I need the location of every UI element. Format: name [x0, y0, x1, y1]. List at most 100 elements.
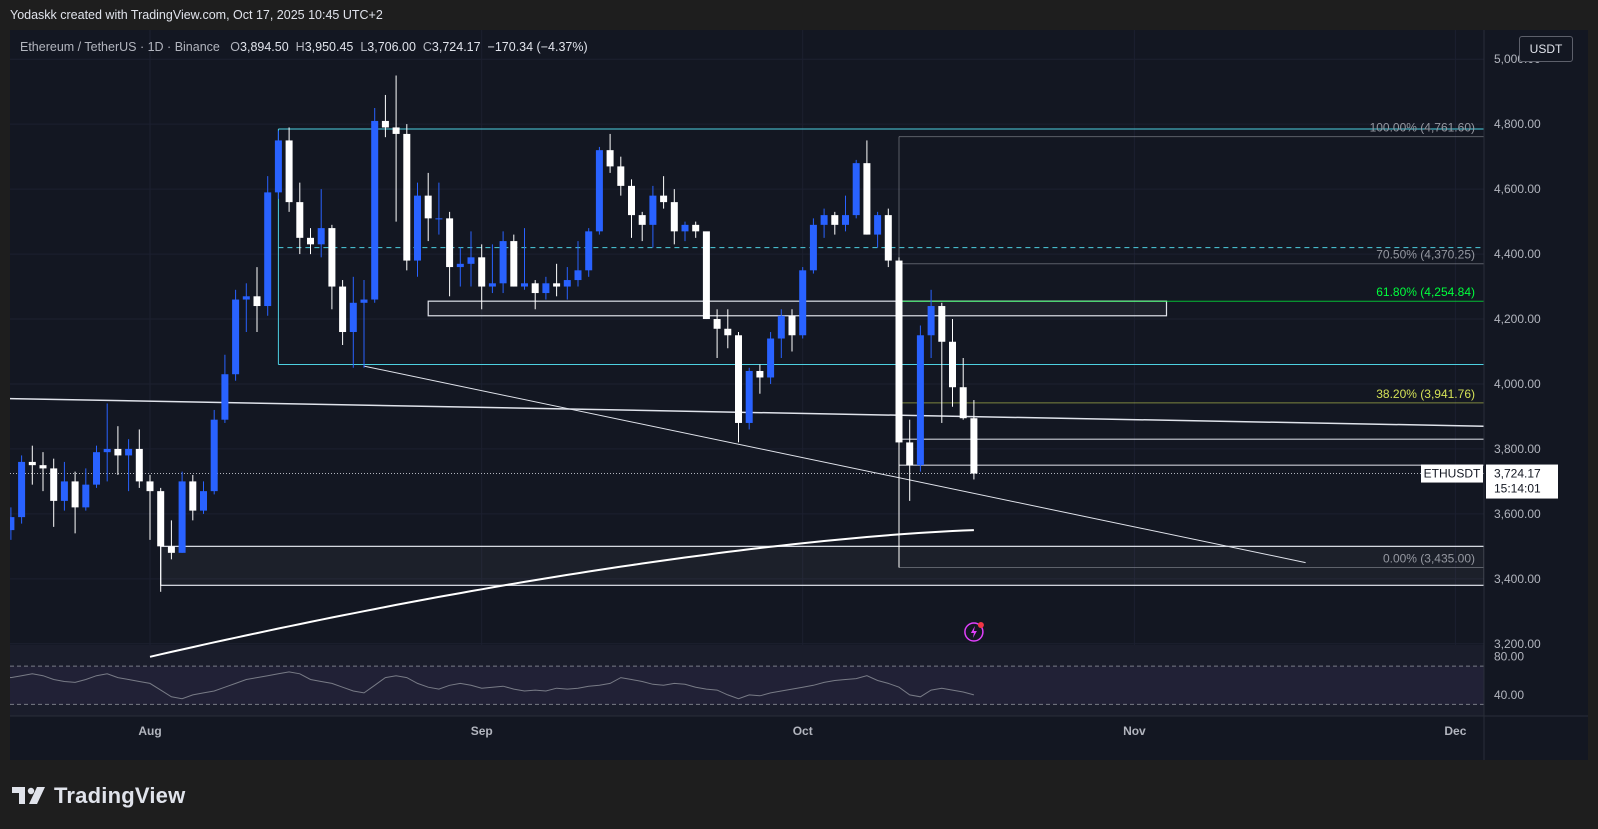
candle-body: [670, 202, 678, 232]
time-axis: Aug Sep Oct Nov Dec: [10, 715, 1588, 738]
candle: [18, 455, 26, 524]
candle: [178, 471, 186, 553]
candle-body: [360, 299, 368, 303]
candle: [970, 400, 978, 480]
event-lightning-icon: [964, 622, 984, 642]
candle: [392, 75, 400, 222]
fib-level-label: 61.80% (4,254.84): [1376, 285, 1475, 299]
candle: [10, 507, 15, 540]
candle: [820, 208, 828, 238]
candle-body: [938, 306, 946, 342]
candle-body: [264, 192, 272, 307]
candle: [670, 189, 678, 245]
candle: [82, 468, 90, 511]
candle-body: [745, 370, 753, 423]
candle-body: [949, 341, 956, 388]
candle: [435, 182, 443, 235]
candle-body: [456, 263, 464, 268]
candle: [959, 357, 967, 420]
open-label: O: [230, 40, 241, 54]
candle-body: [135, 448, 143, 482]
candle: [809, 218, 817, 274]
event-icon-dot: [977, 622, 984, 628]
candle-body: [499, 241, 507, 284]
candle-body: [253, 296, 261, 307]
candle-body: [628, 185, 635, 216]
candle: [71, 471, 79, 534]
candle-body: [702, 231, 710, 320]
candle-body: [10, 517, 15, 531]
candle-body: [446, 218, 454, 268]
symbol-name[interactable]: Ethereum / TetherUS · 1D · Binance: [20, 40, 220, 54]
candle: [424, 172, 432, 242]
currency-button[interactable]: USDT: [1519, 36, 1573, 62]
candle: [606, 133, 614, 173]
candle: [553, 263, 561, 297]
candle-body: [574, 270, 582, 281]
candle-body: [970, 418, 978, 474]
candle: [628, 179, 635, 238]
candle-body: [39, 465, 47, 469]
candle: [371, 107, 379, 303]
candle-body: [28, 461, 36, 466]
candle: [884, 208, 892, 268]
candle: [649, 185, 657, 248]
candle-body: [328, 228, 336, 287]
candle: [39, 452, 47, 492]
candle: [349, 276, 357, 368]
candle: [863, 140, 871, 235]
candle-body: [735, 335, 742, 423]
candle: [585, 228, 593, 277]
candle: [200, 481, 207, 514]
candle-body: [959, 387, 967, 419]
price-chart[interactable]: 100.00% (4,761.60) 70.50% (4,370.25) 61.80…: [10, 30, 1588, 760]
price-tick-label: 3,400.00: [1494, 572, 1541, 586]
candle-body: [531, 283, 539, 294]
candle-body: [863, 163, 871, 235]
candle-body: [638, 215, 646, 225]
candle-body: [820, 215, 828, 225]
symbol-legend[interactable]: Ethereum / TetherUS · 1D · Binance O3,89…: [20, 40, 588, 54]
candle: [542, 276, 550, 300]
candle: [135, 429, 143, 488]
candle-body: [521, 283, 528, 287]
event-icon-bolt: [970, 626, 977, 638]
candle: [456, 247, 464, 287]
candle-body: [60, 481, 68, 501]
candle-body: [381, 120, 389, 128]
candle: [702, 231, 710, 320]
candle: [50, 458, 58, 527]
candle-body: [713, 319, 721, 329]
candle: [285, 127, 293, 212]
demand-zone-box: [160, 545, 1485, 586]
candle: [467, 231, 475, 287]
candle-body: [210, 419, 218, 492]
candle-body: [339, 286, 347, 333]
candle-body: [809, 224, 817, 271]
candle: [360, 280, 368, 368]
candle-body: [414, 195, 421, 261]
candle-body: [852, 163, 860, 216]
candle: [114, 426, 122, 475]
candle-body: [842, 215, 849, 225]
candle-body: [927, 306, 935, 336]
candle-body: [660, 195, 668, 203]
low-value: 3,706.00: [367, 40, 416, 54]
time-tick-label: Nov: [1123, 724, 1146, 738]
candle-body: [221, 374, 229, 420]
tradingview-logo[interactable]: TradingView: [12, 783, 185, 809]
chart-frame[interactable]: 100.00% (4,761.60) 70.50% (4,370.25) 61.80…: [10, 30, 1588, 760]
candle-body: [167, 546, 175, 553]
candle-body: [114, 448, 122, 456]
candle: [681, 221, 689, 242]
candle-body: [50, 468, 58, 501]
fib-level-label: 0.00% (3,435.00): [1383, 551, 1475, 565]
candle-body: [157, 491, 165, 547]
candle-body: [189, 481, 197, 511]
tradingview-logo-icon: [12, 787, 45, 804]
candle-body: [296, 202, 304, 238]
candle-body: [606, 150, 614, 167]
candle-body: [103, 448, 111, 453]
candle: [799, 267, 807, 339]
tradingview-wordmark: TradingView: [54, 783, 186, 808]
